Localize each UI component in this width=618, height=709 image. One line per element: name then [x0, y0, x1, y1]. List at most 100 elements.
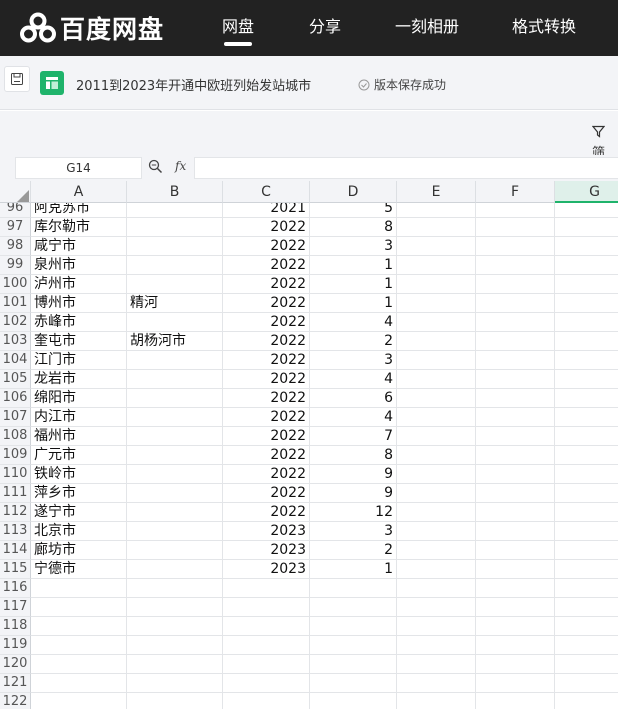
row-header[interactable]: 114	[0, 541, 31, 560]
cell-reference-box[interactable]: G14	[15, 157, 142, 179]
function-icon[interactable]: fx	[175, 159, 186, 173]
cell-f[interactable]	[476, 351, 555, 370]
cell-f[interactable]	[476, 541, 555, 560]
cell-b[interactable]	[127, 427, 223, 446]
row-header[interactable]: 102	[0, 313, 31, 332]
cell-c[interactable]	[223, 598, 310, 617]
baidu-netdisk-logo[interactable]: 百度网盘	[20, 10, 164, 46]
row-header[interactable]: 116	[0, 579, 31, 598]
cell-e[interactable]	[397, 389, 476, 408]
cell-c[interactable]	[223, 674, 310, 693]
row-header[interactable]: 117	[0, 598, 31, 617]
row-header[interactable]: 122	[0, 693, 31, 709]
cell-d[interactable]: 4	[310, 370, 397, 389]
cell-e[interactable]	[397, 465, 476, 484]
zoom-out-icon[interactable]	[148, 159, 163, 178]
column-header-g[interactable]: G	[555, 181, 618, 203]
column-header-f[interactable]: F	[476, 181, 555, 203]
column-header-b[interactable]: B	[127, 181, 223, 203]
cell-d[interactable]: 7	[310, 427, 397, 446]
cell-g[interactable]	[555, 636, 618, 655]
cell-f[interactable]	[476, 522, 555, 541]
cell-d[interactable]: 9	[310, 465, 397, 484]
row-header[interactable]: 110	[0, 465, 31, 484]
cell-c[interactable]: 2023	[223, 522, 310, 541]
cell-b[interactable]	[127, 579, 223, 598]
cell-g[interactable]	[555, 237, 618, 256]
cell-d[interactable]	[310, 579, 397, 598]
cell-c[interactable]	[223, 636, 310, 655]
cell-d[interactable]: 4	[310, 313, 397, 332]
cell-f[interactable]	[476, 484, 555, 503]
cell-b[interactable]	[127, 389, 223, 408]
cell-g[interactable]	[555, 617, 618, 636]
row-header[interactable]: 98	[0, 237, 31, 256]
cell-c[interactable]: 2022	[223, 465, 310, 484]
cell-b[interactable]	[127, 370, 223, 389]
cell-a[interactable]: 龙岩市	[31, 370, 127, 389]
cell-e[interactable]	[397, 313, 476, 332]
cell-b[interactable]	[127, 503, 223, 522]
cell-d[interactable]: 8	[310, 218, 397, 237]
cell-g[interactable]	[555, 275, 618, 294]
column-header-e[interactable]: E	[397, 181, 476, 203]
cell-c[interactable]: 2023	[223, 541, 310, 560]
cell-e[interactable]	[397, 237, 476, 256]
cell-f[interactable]	[476, 617, 555, 636]
cell-d[interactable]: 6	[310, 389, 397, 408]
cell-e[interactable]	[397, 636, 476, 655]
row-header[interactable]: 101	[0, 294, 31, 313]
row-header[interactable]: 104	[0, 351, 31, 370]
cell-f[interactable]	[476, 237, 555, 256]
cell-b[interactable]: 精河	[127, 294, 223, 313]
cell-b[interactable]	[127, 218, 223, 237]
cell-e[interactable]	[397, 427, 476, 446]
cell-d[interactable]	[310, 693, 397, 709]
cell-d[interactable]	[310, 598, 397, 617]
cell-e[interactable]	[397, 351, 476, 370]
cell-a[interactable]: 江门市	[31, 351, 127, 370]
cell-e[interactable]	[397, 294, 476, 313]
cell-e[interactable]	[397, 655, 476, 674]
cell-d[interactable]: 1	[310, 256, 397, 275]
cell-f[interactable]	[476, 275, 555, 294]
cell-c[interactable]: 2022	[223, 218, 310, 237]
cell-c[interactable]: 2022	[223, 427, 310, 446]
cell-b[interactable]	[127, 617, 223, 636]
column-header-c[interactable]: C	[223, 181, 310, 203]
cell-g[interactable]	[555, 674, 618, 693]
cell-b[interactable]	[127, 465, 223, 484]
cell-b[interactable]	[127, 256, 223, 275]
cell-e[interactable]	[397, 579, 476, 598]
cell-d[interactable]	[310, 674, 397, 693]
nav-format-convert[interactable]: 格式转换	[512, 13, 576, 37]
row-header[interactable]: 105	[0, 370, 31, 389]
cell-e[interactable]	[397, 256, 476, 275]
cell-e[interactable]	[397, 484, 476, 503]
cell-f[interactable]	[476, 636, 555, 655]
row-header[interactable]: 97	[0, 218, 31, 237]
cell-g[interactable]	[555, 256, 618, 275]
cell-g[interactable]	[555, 541, 618, 560]
row-header[interactable]: 100	[0, 275, 31, 294]
cell-g[interactable]	[555, 655, 618, 674]
cell-e[interactable]	[397, 598, 476, 617]
cell-g[interactable]	[555, 427, 618, 446]
cell-e[interactable]	[397, 541, 476, 560]
cell-a[interactable]: 广元市	[31, 446, 127, 465]
spreadsheet-grid[interactable]: 96 阿克苏市 2021 5 97 库尔勒市 2022 8 98 咸宁市 2022 3 99 泉州市 202…	[0, 181, 618, 709]
cell-d[interactable]: 4	[310, 408, 397, 427]
cell-g[interactable]	[555, 560, 618, 579]
cell-d[interactable]: 9	[310, 484, 397, 503]
cell-d[interactable]: 1	[310, 275, 397, 294]
cell-e[interactable]	[397, 693, 476, 709]
cell-c[interactable]: 2022	[223, 370, 310, 389]
cell-g[interactable]	[555, 408, 618, 427]
cell-f[interactable]	[476, 408, 555, 427]
cell-d[interactable]	[310, 655, 397, 674]
cell-c[interactable]	[223, 579, 310, 598]
cell-a[interactable]: 咸宁市	[31, 237, 127, 256]
cell-a[interactable]	[31, 655, 127, 674]
cell-c[interactable]: 2023	[223, 560, 310, 579]
cell-e[interactable]	[397, 503, 476, 522]
